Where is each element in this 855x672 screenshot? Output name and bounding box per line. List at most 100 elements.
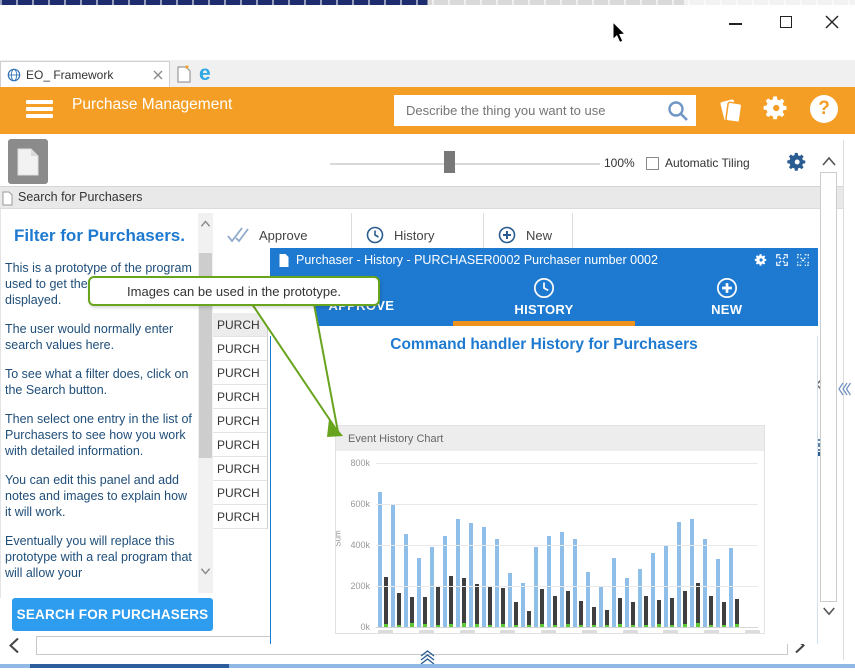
chart-gridline [376,463,758,464]
expand-bottom-panel-icon[interactable] [418,650,437,665]
filter-paragraph: Eventually you will replace this prototy… [5,533,194,581]
layout-gear-icon[interactable] [786,151,808,173]
minimize-icon[interactable] [729,23,742,25]
bar-blue [469,523,473,627]
chart-xtick-label [541,630,556,634]
window-tab-history[interactable]: HISTORY [453,272,636,326]
document-tile-icon[interactable] [8,139,48,184]
chart-xtick-label [582,630,597,634]
window-titlebar[interactable]: Purchaser - History - PURCHASER0002 Purc… [270,248,818,272]
bar-stack [501,588,505,627]
bar-dark [592,607,596,625]
bar-stack [605,610,609,627]
bar-group [495,539,505,627]
list-item[interactable]: PURCH [213,481,267,505]
chart-ytick-label: 600k [336,499,370,509]
chart-ytick-label: 800k [336,458,370,468]
chart-gridline [376,545,758,546]
zoom-value: 100% [604,156,635,170]
bar-stack [436,587,440,627]
bar-dark [423,597,427,624]
bar-dark [540,589,544,624]
right-panel-divider [843,140,844,660]
filter-paragraph: To see what a filter does, click on the … [5,366,194,398]
window-icons [754,253,810,267]
ie-logo-icon[interactable]: e [199,62,221,84]
app-search-box[interactable] [394,95,696,126]
list-item[interactable]: PURCH [213,433,267,457]
collapse-right-panel-icon[interactable] [838,382,851,396]
bar-group [573,539,583,627]
list-item[interactable]: PURCH [213,457,267,481]
filter-panel-scrollbar[interactable] [198,213,213,593]
bar-stack [449,576,453,627]
bar-stack [566,591,570,627]
notes-icon[interactable] [716,95,746,125]
app-search-input[interactable] [404,102,666,119]
history-clock-icon [366,226,384,244]
chart-xtick-label [378,630,393,634]
list-item[interactable]: PURCH [213,361,267,385]
zoom-slider-handle[interactable] [444,151,455,173]
scroll-up-icon[interactable] [200,219,211,228]
bar-blue [560,532,564,627]
bar-dark [657,600,661,624]
bar-group [703,539,713,627]
filter-paragraphs: This is a prototype of the program used … [1,260,198,581]
window-tab-new[interactable]: NEW [635,272,818,326]
zoom-slider-track[interactable] [330,163,600,165]
close-icon[interactable] [825,15,839,29]
help-icon[interactable]: ? [810,95,838,123]
list-item[interactable]: PURCH [213,409,267,433]
new-tab-icon[interactable]: * [176,64,192,83]
bar-blue [443,536,447,627]
list-header[interactable]: PURCH [213,313,267,337]
search-icon[interactable] [666,99,690,123]
callout-note[interactable]: Images can be used in the prototype. [88,276,380,306]
list-item[interactable]: PURCH [213,337,267,361]
bar-blue [378,492,382,627]
window-title: Purchaser - History - PURCHASER0002 Purc… [296,253,754,267]
chart-plot: Sum 0k200k400k600k800k [336,456,758,628]
main-scrollbar-track[interactable] [820,172,837,602]
bar-group [690,519,700,627]
scroll-down-icon[interactable] [200,567,211,576]
settings-gear-icon[interactable] [762,94,790,122]
bar-group [378,492,388,627]
bar-blue [521,583,525,627]
bar-blue [612,558,616,627]
bar-group [638,569,648,627]
hscroll-left-icon[interactable] [8,637,20,654]
new-plus-icon [716,277,738,299]
list-item[interactable]: PURCH [213,505,267,529]
bar-stack [709,596,713,627]
bar-dark [696,583,700,623]
bar-group [508,573,518,627]
list-item[interactable]: PURCH [213,385,267,409]
filter-panel: Filter for Purchasers. This is a prototy… [0,209,198,598]
maximize-icon[interactable] [780,16,792,28]
bar-stack [423,597,427,627]
bar-group [521,583,531,627]
window-gear-icon[interactable] [754,253,768,267]
scroll-down-icon[interactable] [822,606,836,617]
bar-dark [553,596,557,625]
tab-close-icon[interactable] [153,70,163,80]
bar-stack [553,596,557,627]
chart-gridline [376,586,758,587]
bar-dark [384,577,388,624]
window-popout-icon[interactable] [796,253,810,267]
bar-group [651,553,661,627]
search-for-purchasers-button[interactable]: SEARCH FOR PURCHASERS [12,598,213,631]
tab-eo-framework[interactable]: EO_ Framework [0,61,170,87]
bar-dark [579,601,583,625]
active-tab-underline [453,321,636,326]
bar-dark [397,593,401,625]
filter-paragraph: The user would normally enter search val… [5,321,194,353]
automatic-tiling-checkbox[interactable] [646,157,659,170]
bar-dark [670,598,674,625]
window-expand-icon[interactable] [775,253,789,267]
scroll-up-icon[interactable] [821,155,837,167]
menu-hamburger-icon[interactable] [26,100,53,118]
bar-group [586,572,596,627]
